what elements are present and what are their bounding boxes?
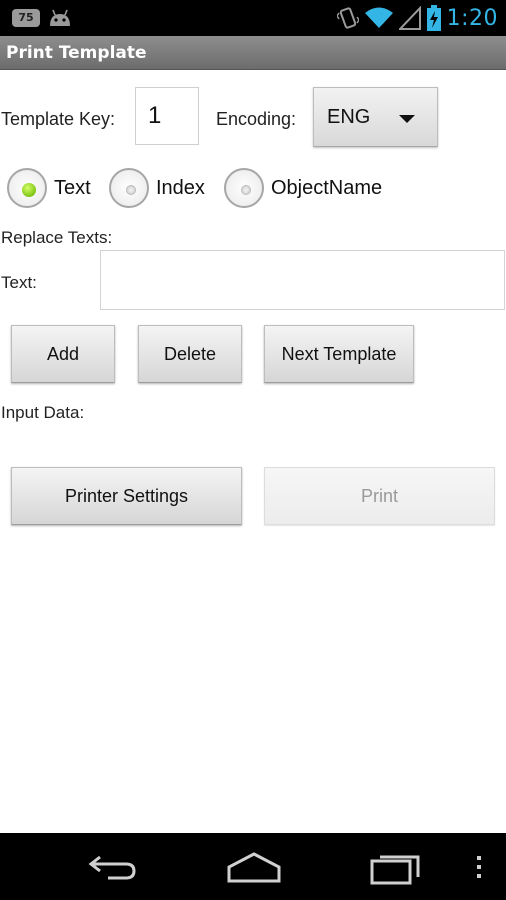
next-template-button[interactable]: Next Template — [264, 325, 414, 383]
encoding-spinner[interactable]: ENG — [313, 87, 438, 147]
android-icon — [50, 9, 70, 26]
replace-texts-label: Replace Texts: — [1, 228, 113, 247]
app-title: Print Template — [6, 43, 147, 63]
status-bar: 75 1:20 — [0, 0, 506, 36]
radio-index-label: Index — [156, 177, 205, 199]
radio-button-icon — [224, 168, 264, 208]
recent-apps-icon[interactable] — [370, 851, 422, 885]
wifi-icon — [364, 7, 393, 28]
text-input[interactable] — [100, 250, 505, 310]
navigation-bar — [0, 833, 506, 900]
radio-button-icon — [109, 168, 149, 208]
clock: 1:20 — [446, 5, 498, 31]
input-data-label: Input Data: — [1, 403, 85, 422]
dropdown-arrow-icon — [399, 115, 415, 123]
battery-charging-icon — [426, 5, 441, 31]
delete-button[interactable]: Delete — [138, 325, 242, 383]
app-title-bar: Print Template — [0, 36, 506, 70]
text-label: Text: — [1, 273, 37, 292]
radio-button-icon — [7, 168, 47, 208]
notification-count-badge: 75 — [12, 9, 40, 27]
radio-objectname-label: ObjectName — [271, 177, 383, 199]
vibrate-icon — [336, 7, 359, 29]
home-icon[interactable] — [226, 851, 282, 883]
encoding-selected-value: ENG — [327, 106, 371, 128]
printer-settings-button[interactable]: Printer Settings — [11, 467, 242, 525]
template-key-input[interactable]: 1 — [135, 87, 199, 145]
template-key-label: Template Key: — [1, 109, 116, 129]
encoding-label: Encoding: — [216, 109, 297, 129]
radio-text-label: Text — [54, 177, 91, 199]
print-button[interactable]: Print — [264, 467, 495, 525]
signal-icon — [398, 6, 421, 30]
menu-overflow-icon[interactable] — [475, 855, 483, 879]
back-icon[interactable] — [88, 853, 138, 881]
add-button[interactable]: Add — [11, 325, 115, 383]
